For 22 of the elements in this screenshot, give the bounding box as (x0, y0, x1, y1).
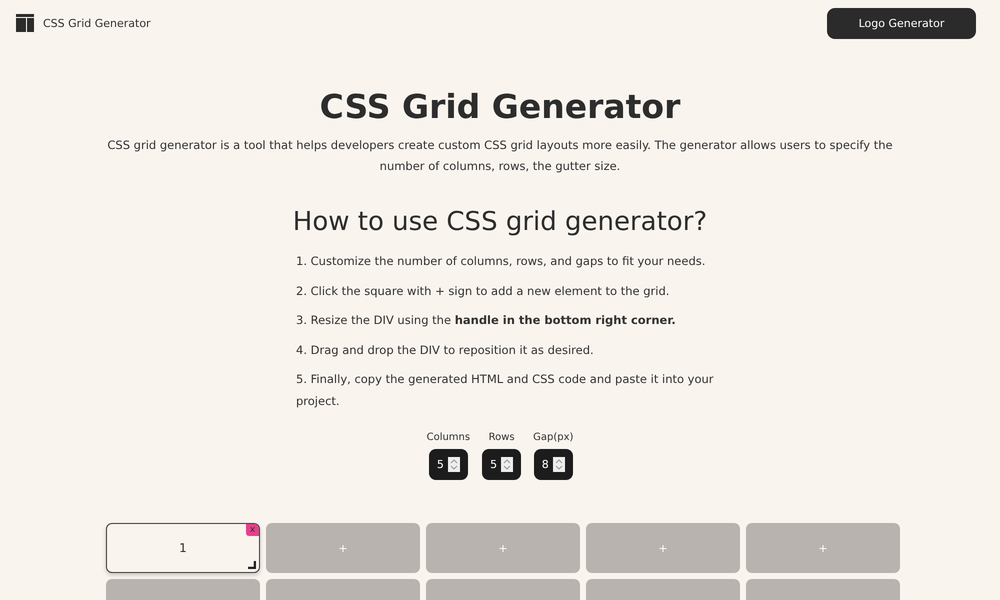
field-label: Columns (426, 432, 470, 443)
page-title: CSS Grid Generator (318, 86, 682, 128)
instruction-step: 5. Finally, copy the generated HTML and CSS code and paste it into your project. (296, 369, 716, 412)
spinner-icon[interactable] (501, 457, 514, 472)
instruction-step: 4. Drag and drop the DIV to reposition it as desired. (296, 340, 716, 361)
grid-item[interactable]: 1 x (106, 523, 260, 573)
instruction-step: 1. Customize the number of columns, rows, and gaps to fit your needs. (296, 251, 716, 272)
number-input[interactable]: 5 (428, 449, 468, 480)
instruction-step: 3. Resize the DIV using the handle in the bottom right corner. (296, 310, 716, 332)
spinner-icon[interactable] (552, 457, 565, 472)
logo-generator-button[interactable]: Logo Generator (827, 8, 976, 38)
section-heading: How to use CSS grid generator? (292, 207, 708, 237)
field-label: Gap(px) (533, 432, 574, 443)
number-input[interactable]: 5 (482, 449, 522, 480)
resize-handle-icon[interactable] (248, 561, 256, 569)
description: CSS grid generator is a tool that helps developers create custom CSS grid layouts more easily. The generator allows users to specify the number of columns, rows, the gutter size. (106, 137, 894, 175)
field-label: Rows (488, 432, 515, 443)
spinner-icon[interactable] (448, 457, 460, 472)
columns-icon (16, 14, 34, 32)
brand-name[interactable]: CSS Grid Generator (43, 16, 151, 30)
number-input[interactable]: 8 (534, 449, 573, 480)
instruction-step: 2. Click the square with + sign to add a new element to the grid. (296, 280, 716, 302)
